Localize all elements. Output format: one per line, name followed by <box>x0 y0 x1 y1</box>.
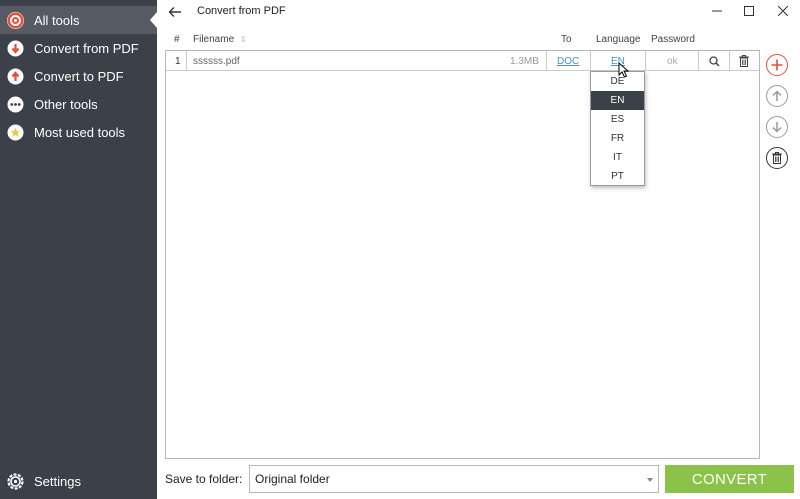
sidebar-item-label: Most used tools <box>34 124 126 140</box>
sidebar-item-label: Convert from PDF <box>34 40 139 56</box>
column-header-filename[interactable]: Filename ⇕ <box>193 34 247 45</box>
output-folder-value: Original folder <box>255 472 330 486</box>
close-button[interactable] <box>772 2 794 20</box>
row-file-size: 1.3MB <box>510 55 539 67</box>
more-dots-icon <box>7 96 24 113</box>
title-bar: Convert from PDF <box>157 0 800 24</box>
sidebar-item-convert-from-pdf[interactable]: Convert from PDF <box>0 34 157 62</box>
back-arrow-icon[interactable] <box>166 3 184 21</box>
convert-button[interactable]: CONVERT <box>665 465 794 493</box>
row-format-link[interactable]: DOC <box>557 51 579 71</box>
language-dropdown[interactable]: DE EN ES FR IT PT <box>590 71 645 186</box>
sidebar-item-settings[interactable]: Settings <box>0 467 157 495</box>
column-header-label: Filename <box>193 34 235 45</box>
column-header-to: To <box>561 34 572 45</box>
language-option-pt[interactable]: PT <box>591 167 644 186</box>
column-divider <box>590 51 591 71</box>
sidebar: All tools Convert from PDF Convert to PD… <box>0 0 157 499</box>
move-up-button[interactable] <box>766 85 788 107</box>
settings-label: Settings <box>34 473 81 489</box>
row-number: 1 <box>175 55 181 67</box>
sort-icon: ⇕ <box>239 35 247 44</box>
column-divider <box>186 51 187 71</box>
column-divider <box>698 51 699 71</box>
target-icon <box>7 11 24 29</box>
table-row[interactable]: 1 ssssss.pdf 1.3MB DOC EN ok <box>166 51 759 71</box>
window-title: Convert from PDF <box>197 5 286 17</box>
arrow-down-circle-icon <box>7 40 24 57</box>
column-divider <box>645 51 646 71</box>
column-divider <box>546 51 547 71</box>
star-icon <box>7 124 24 141</box>
sidebar-item-most-used-tools[interactable]: Most used tools <box>0 118 157 146</box>
column-header-number: # <box>174 34 180 45</box>
sidebar-item-other-tools[interactable]: Other tools <box>0 90 157 118</box>
language-option-en[interactable]: EN <box>591 91 644 110</box>
arrow-up-circle-icon <box>7 68 24 85</box>
save-to-folder-label: Save to folder: <box>165 472 243 486</box>
remove-all-button[interactable] <box>766 147 788 169</box>
language-option-it[interactable]: IT <box>591 148 644 167</box>
trash-icon[interactable] <box>739 51 749 71</box>
output-folder-select[interactable]: Original folder <box>249 465 659 493</box>
language-option-es[interactable]: ES <box>591 110 644 129</box>
sidebar-item-all-tools[interactable]: All tools <box>0 6 157 34</box>
column-header-language: Language <box>596 34 641 45</box>
chevron-down-icon <box>647 478 653 482</box>
add-file-button[interactable] <box>766 54 788 76</box>
column-header-password: Password <box>651 34 695 45</box>
file-table: 1 ssssss.pdf 1.3MB DOC EN ok <box>165 50 760 459</box>
search-icon[interactable] <box>709 51 720 71</box>
sidebar-item-label: All tools <box>34 12 80 28</box>
row-password-status: ok <box>667 55 678 67</box>
move-down-button[interactable] <box>766 116 788 138</box>
sidebar-item-label: Convert to PDF <box>34 68 124 84</box>
sidebar-item-label: Other tools <box>34 96 98 112</box>
gear-icon <box>7 472 24 490</box>
column-divider <box>729 51 730 71</box>
mouse-cursor-icon <box>618 61 630 81</box>
row-filename: ssssss.pdf <box>193 55 240 67</box>
sidebar-item-convert-to-pdf[interactable]: Convert to PDF <box>0 62 157 90</box>
minimize-button[interactable] <box>706 2 728 20</box>
language-option-fr[interactable]: FR <box>591 129 644 148</box>
maximize-button[interactable] <box>738 2 760 20</box>
